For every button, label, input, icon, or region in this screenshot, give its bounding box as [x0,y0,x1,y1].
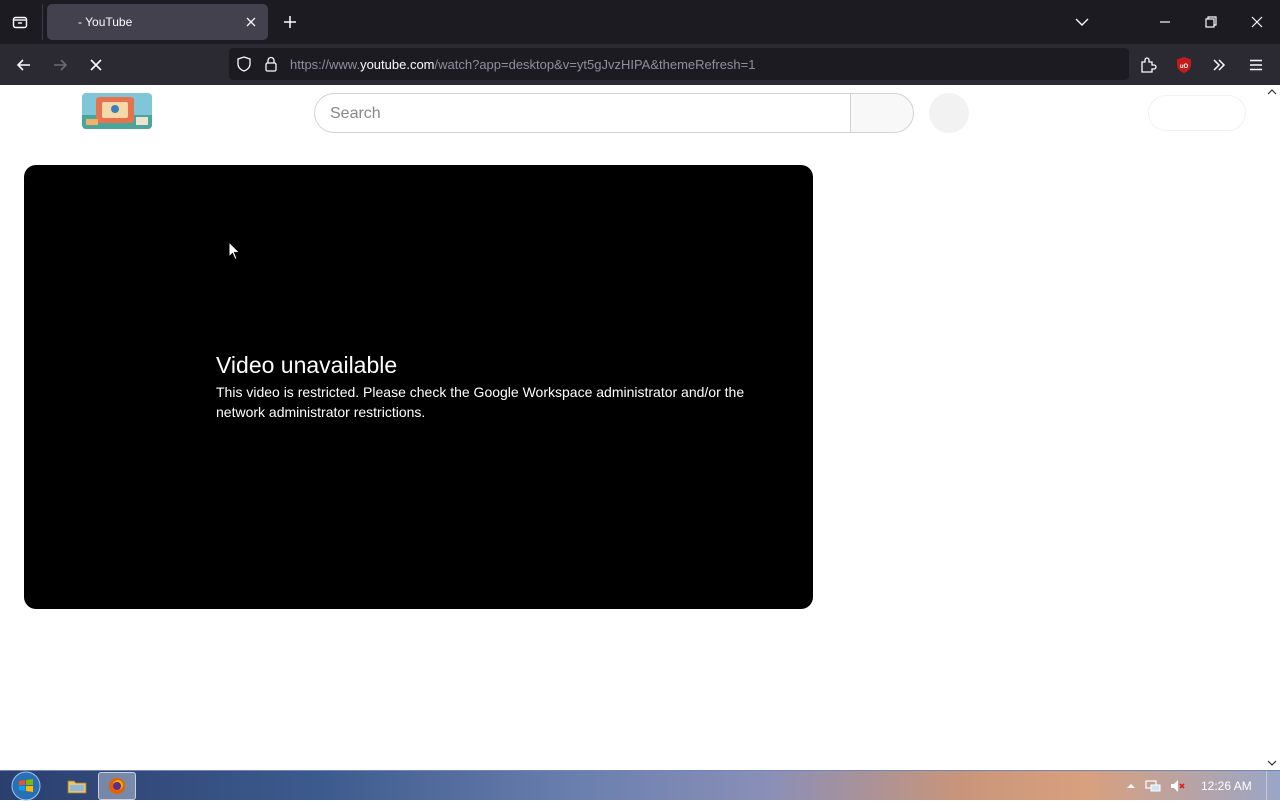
file-explorer-taskbar-icon[interactable] [58,772,96,800]
list-all-tabs-icon[interactable] [6,8,34,36]
url-prefix: https://www. [290,57,361,72]
sign-in-button[interactable] [1148,95,1246,131]
browser-tab-bar: - YouTube [0,0,1280,44]
youtube-doodle-logo[interactable] [82,93,152,129]
voice-search-button[interactable] [929,93,969,133]
extensions-icon[interactable] [1134,51,1162,79]
url-host: youtube.com [360,57,435,72]
hamburger-menu-icon[interactable] [1242,51,1270,79]
scroll-up-arrow-icon[interactable] [1267,87,1277,97]
search-box[interactable] [314,93,851,133]
taskbar-clock[interactable]: 12:26 AM [1201,779,1252,793]
back-icon[interactable] [10,51,38,79]
video-player[interactable]: Video unavailable This video is restrict… [24,165,813,609]
volume-muted-icon[interactable] [1169,778,1185,794]
address-bar[interactable]: https://www.youtube.com/watch?app=deskto… [229,48,1129,80]
mouse-cursor-icon [228,241,241,261]
show-desktop-button[interactable] [1266,771,1280,801]
more-tools-icon[interactable] [1205,51,1233,79]
svg-text:uO: uO [1180,64,1189,70]
lock-icon[interactable] [261,54,281,74]
chevron-down-icon[interactable] [1070,10,1094,34]
error-message: This video is restricted. Please check t… [216,384,745,420]
new-tab-icon[interactable] [278,10,302,34]
error-title: Video unavailable [216,352,398,378]
search-input[interactable] [330,103,830,125]
forward-icon[interactable] [46,51,74,79]
restore-icon[interactable] [1199,10,1223,34]
tab-title: - YouTube [78,15,133,29]
close-window-icon[interactable] [1245,10,1269,34]
network-icon[interactable] [1145,778,1161,794]
firefox-taskbar-icon[interactable] [98,772,136,800]
windows-taskbar: 12:26 AM [0,770,1280,801]
ublock-origin-icon[interactable]: uO [1170,51,1198,79]
search-button[interactable] [850,93,914,133]
stop-loading-icon[interactable] [82,51,110,79]
url-text[interactable]: https://www.youtube.com/watch?app=deskto… [290,57,756,72]
tab-youtube[interactable]: - YouTube [47,4,268,40]
close-tab-icon[interactable] [242,13,260,31]
url-path: /watch?app=desktop&v=yt5gJvzHIPA&themeRe… [434,57,756,72]
tab-separator [42,4,43,40]
youtube-page: Video unavailable This video is restrict… [0,85,1280,770]
scroll-down-arrow-icon[interactable] [1267,758,1277,768]
tracking-protection-shield-icon[interactable] [234,54,254,74]
minimize-icon[interactable] [1153,10,1177,34]
start-button[interactable] [8,771,44,801]
show-hidden-icons-icon[interactable] [1123,778,1139,794]
